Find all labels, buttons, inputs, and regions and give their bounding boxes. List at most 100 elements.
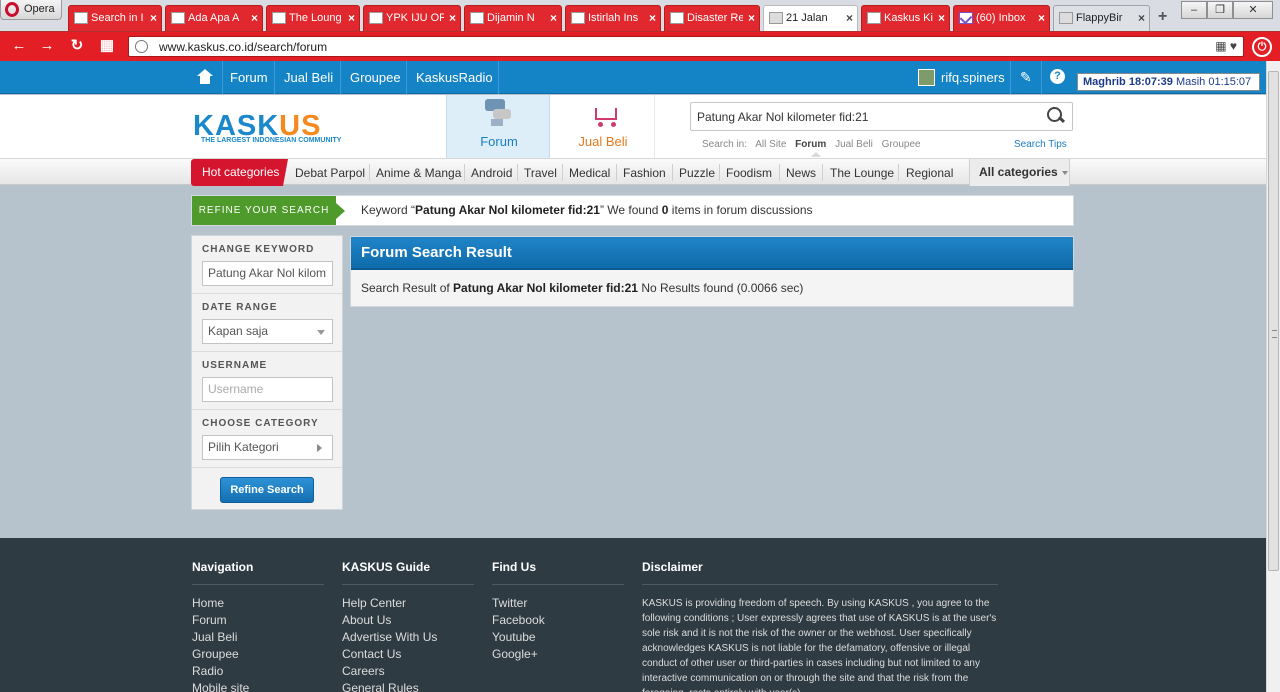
browser-tab[interactable]: Istirlah Ins ×	[565, 5, 661, 31]
footer-link-youtube[interactable]: Youtube	[492, 630, 536, 644]
topnav-jual-beli[interactable]: Jual Beli	[284, 70, 333, 85]
forward-icon[interactable]: →	[38, 38, 56, 54]
tab-title: Disaster Re	[687, 12, 743, 24]
search-scope-forum[interactable]: Forum	[795, 139, 826, 150]
refine-search-button[interactable]: Refine Search	[220, 477, 314, 503]
search-in-label: Search in:	[702, 139, 748, 150]
page-scrollbar[interactable]	[1266, 61, 1280, 692]
footer-link-radio[interactable]: Radio	[192, 664, 223, 678]
home-icon[interactable]	[196, 69, 214, 85]
bookmark-heart-icon[interactable]: ▦ ♥	[1215, 39, 1237, 53]
keyword-input[interactable]: Patung Akar Nol kilom	[202, 261, 333, 286]
category-puzzle[interactable]: Puzzle	[679, 166, 715, 180]
pencil-icon[interactable]: ✎	[1020, 69, 1034, 85]
date-range-select[interactable]: Kapan saja	[202, 319, 333, 344]
all-categories-dropdown[interactable]: All categories	[969, 159, 1070, 186]
avatar[interactable]	[918, 69, 935, 86]
category-select[interactable]: Pilih Kategori	[202, 435, 333, 460]
all-categories-label: All categories	[979, 165, 1058, 179]
username-link[interactable]: rifq.spiners	[941, 70, 1005, 85]
tab-close-icon[interactable]: ×	[348, 11, 355, 25]
category-regional[interactable]: Regional	[906, 166, 953, 180]
kaskus-favicon-icon	[470, 12, 484, 24]
scrollbar-thumb[interactable]	[1268, 71, 1279, 571]
category-medical[interactable]: Medical	[569, 166, 610, 180]
footer-link-google-plus[interactable]: Google+	[492, 647, 538, 661]
minimize-button[interactable]: –	[1181, 1, 1207, 19]
tab-close-icon[interactable]: ×	[251, 11, 258, 25]
help-icon[interactable]: ?	[1050, 69, 1065, 84]
speed-dial-icon[interactable]: ▦	[98, 38, 116, 54]
browser-tab[interactable]: Ada Apa A ×	[165, 5, 263, 31]
site-info-icon[interactable]	[135, 40, 148, 53]
tab-close-icon[interactable]: ×	[550, 11, 557, 25]
footer-link-general-rules[interactable]: General Rules	[342, 681, 419, 692]
browser-tab[interactable]: The Loung ×	[266, 5, 360, 31]
search-icon[interactable]	[1047, 107, 1063, 125]
category-fashion[interactable]: Fashion	[623, 166, 666, 180]
back-icon[interactable]: ←	[10, 38, 28, 54]
maximize-button[interactable]: ❐	[1207, 1, 1233, 19]
username-input[interactable]: Username	[202, 377, 333, 402]
footer-link-advertise[interactable]: Advertise With Us	[342, 630, 437, 644]
footer-link-careers[interactable]: Careers	[342, 664, 385, 678]
footer-link-help-center[interactable]: Help Center	[342, 596, 406, 610]
section-tab-forum[interactable]: Forum	[446, 95, 550, 158]
new-tab-icon[interactable]: +	[1158, 8, 1172, 25]
browser-menu-icon[interactable]: ⏻	[1252, 37, 1272, 57]
topnav-forum[interactable]: Forum	[230, 70, 268, 85]
kaskus-favicon-icon	[867, 12, 881, 24]
footer-link-home[interactable]: Home	[192, 596, 224, 610]
search-scope-groupee[interactable]: Groupee	[882, 139, 921, 150]
tab-close-icon[interactable]: ×	[649, 11, 656, 25]
tab-close-icon[interactable]: ×	[748, 11, 755, 25]
category-anime-manga[interactable]: Anime & Manga	[376, 166, 461, 180]
category-android[interactable]: Android	[471, 166, 512, 180]
category-foodism[interactable]: Foodism	[726, 166, 772, 180]
footer-link-forum[interactable]: Forum	[192, 613, 227, 627]
search-scope-jual-beli[interactable]: Jual Beli	[835, 139, 873, 150]
footer-link-twitter[interactable]: Twitter	[492, 596, 527, 610]
browser-tab[interactable]: Disaster Re ×	[664, 5, 760, 31]
tab-close-icon[interactable]: ×	[449, 11, 456, 25]
browser-tab[interactable]: (60) Inbox ×	[953, 5, 1050, 31]
category-the-lounge[interactable]: The Lounge	[830, 166, 894, 180]
close-window-button[interactable]: ✕	[1233, 1, 1273, 19]
url-field[interactable]: www.kaskus.co.id/search/forum ▦ ♥	[128, 36, 1244, 57]
footer-link-groupee[interactable]: Groupee	[192, 647, 239, 661]
browser-tab[interactable]: YPK IJU OFI ×	[363, 5, 461, 31]
kaskus-logo[interactable]: KASKUS THE LARGEST INDONESIAN COMMUNITY	[193, 110, 363, 146]
category-news[interactable]: News	[786, 166, 816, 180]
section-tab-jual-beli-label: Jual Beli	[578, 134, 628, 149]
browser-tab[interactable]: Search in I ×	[68, 5, 162, 31]
reload-icon[interactable]: ↻	[68, 38, 86, 54]
kaskus-favicon-icon	[571, 12, 585, 24]
refine-banner: REFINE YOUR SEARCH Keyword “Patung Akar …	[191, 195, 1074, 226]
browser-tab-active[interactable]: 21 Jalan ×	[763, 5, 858, 31]
topnav-kaskus-radio[interactable]: KaskusRadio	[416, 70, 493, 85]
tab-close-icon[interactable]: ×	[1038, 11, 1045, 25]
search-input-value: Patung Akar Nol kilometer fid:21	[697, 110, 869, 124]
tab-close-icon[interactable]: ×	[150, 11, 157, 25]
kaskus-favicon-icon	[369, 12, 383, 24]
footer-link-contact-us[interactable]: Contact Us	[342, 647, 401, 661]
browser-tab[interactable]: Kaskus Kia ×	[861, 5, 950, 31]
tab-close-icon[interactable]: ×	[1138, 11, 1145, 25]
category-travel[interactable]: Travel	[524, 166, 557, 180]
section-tab-jual-beli[interactable]: Jual Beli	[551, 95, 655, 158]
browser-tab[interactable]: FlappyBir ×	[1053, 5, 1150, 31]
topnav-groupee[interactable]: Groupee	[350, 70, 401, 85]
tab-close-icon[interactable]: ×	[938, 11, 945, 25]
opera-menu-button[interactable]: Opera	[0, 0, 62, 20]
search-tips-link[interactable]: Search Tips	[1014, 139, 1067, 150]
footer-link-jual-beli[interactable]: Jual Beli	[192, 630, 237, 644]
search-input[interactable]: Patung Akar Nol kilometer fid:21	[690, 102, 1073, 131]
footer-link-about-us[interactable]: About Us	[342, 613, 391, 627]
footer-link-facebook[interactable]: Facebook	[492, 613, 545, 627]
browser-tab[interactable]: Dijamin N ×	[464, 5, 562, 31]
category-debat-parpol[interactable]: Debat Parpol	[295, 166, 365, 180]
footer-link-mobile-site[interactable]: Mobile site	[192, 681, 249, 692]
tab-close-icon[interactable]: ×	[846, 11, 853, 25]
refine-sidebar: CHANGE KEYWORD Patung Akar Nol kilom DAT…	[191, 235, 343, 510]
search-scope-all-site[interactable]: All Site	[755, 139, 786, 150]
